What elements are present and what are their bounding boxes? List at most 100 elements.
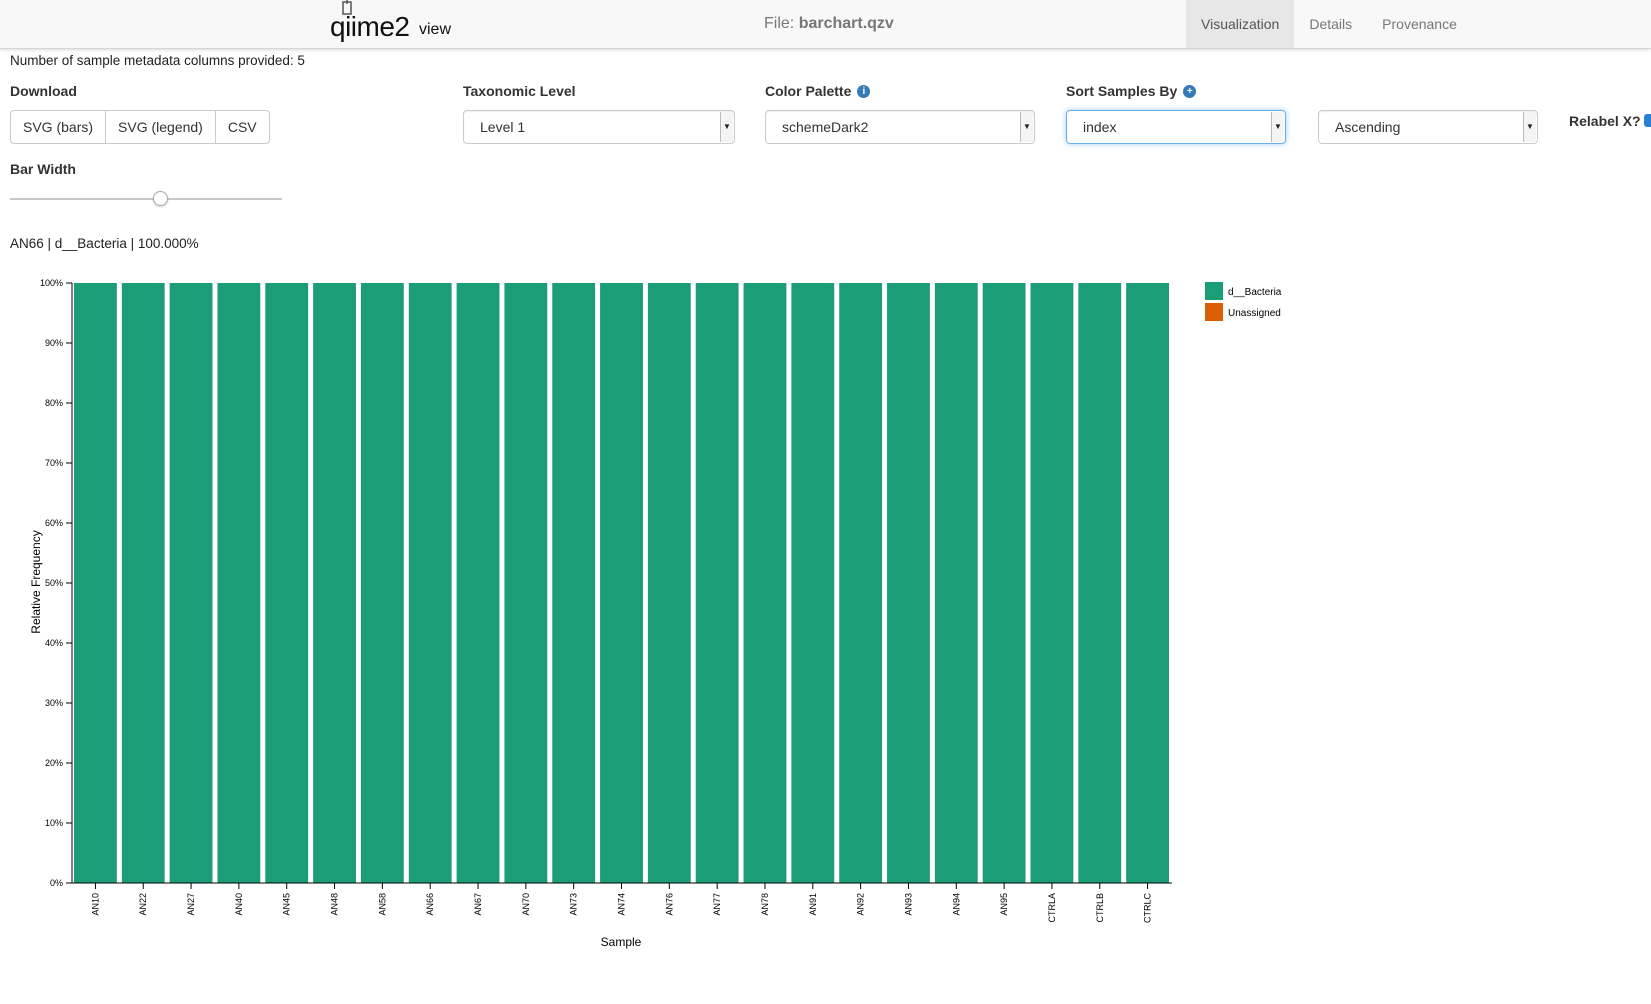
x-axis-label: Sample <box>601 935 642 949</box>
file-title: File: barchart.qzv <box>764 15 894 33</box>
taxonomic-level-label: Taxonomic Level <box>463 83 576 99</box>
download-button-group: SVG (bars) SVG (legend) CSV <box>10 110 270 144</box>
nav-tabs: Visualization Details Provenance <box>1186 0 1472 48</box>
color-palette-label-text: Color Palette <box>765 83 852 99</box>
x-tick-label: AN48 <box>330 893 340 916</box>
y-tick-label: 50% <box>45 578 63 588</box>
x-tick-label: AN66 <box>425 893 435 916</box>
hover-info-text: AN66 | d__Bacteria | 100.000% <box>10 236 199 251</box>
relabel-x-checkbox[interactable] <box>1644 114 1651 127</box>
x-tick-label: AN70 <box>521 893 531 916</box>
bar-AN58-d-bacteria <box>360 283 404 883</box>
bar-AN77-d-bacteria <box>695 283 739 883</box>
taxa-barplot: 0%10%20%30%40%50%60%70%80%90%100% AN10 AN… <box>29 278 1282 949</box>
x-tick-label: CTRLC <box>1143 893 1153 924</box>
x-axis: AN10 AN22 AN27 AN40 AN45 AN48 AN58 AN66 AN67 AN70… <box>72 882 1172 924</box>
bar-width-slider-handle[interactable] <box>152 191 168 206</box>
legend-label: Unassigned <box>1228 308 1281 319</box>
relabel-x-label: Relabel X? <box>1569 113 1641 129</box>
file-name: barchart.qzv <box>798 15 894 32</box>
x-tick-label: AN94 <box>951 893 961 916</box>
color-palette-value: schemeDark2 <box>782 119 869 135</box>
y-tick-label: 0% <box>50 878 63 888</box>
bar-AN70-d-bacteria <box>504 283 548 883</box>
chevron-down-icon: ▼ <box>1523 112 1536 142</box>
color-palette-label: Color Palette i <box>765 83 871 99</box>
bar-CTRLA-d-bacteria <box>1030 283 1074 883</box>
sort-samples-label: Sort Samples By + <box>1066 83 1197 99</box>
y-tick-label: 10% <box>45 818 63 828</box>
sort-samples-label-text: Sort Samples By <box>1066 83 1178 99</box>
bar-AN66-d-bacteria <box>408 283 452 883</box>
x-tick-label: AN58 <box>377 893 387 916</box>
y-tick-label: 70% <box>45 458 63 468</box>
x-tick-label: AN92 <box>856 893 866 916</box>
top-navbar: qiime2 view File: barchart.qzv Visualiza… <box>0 0 1651 49</box>
sort-order-value: Ascending <box>1335 119 1401 135</box>
sort-samples-select[interactable]: index ▼ <box>1066 110 1286 144</box>
info-icon[interactable]: i <box>857 84 871 98</box>
x-tick-label: AN67 <box>473 893 483 916</box>
legend-swatch <box>1205 282 1223 300</box>
tab-details[interactable]: Details <box>1294 0 1367 48</box>
qiime2-view-logo[interactable]: qiime2 view <box>330 0 470 46</box>
bar-CTRLC-d-bacteria <box>1126 283 1169 883</box>
x-tick-label: AN27 <box>186 893 196 916</box>
y-tick-label: 90% <box>45 338 63 348</box>
download-svg-legend-button[interactable]: SVG (legend) <box>105 110 216 144</box>
y-tick-label: 20% <box>45 758 63 768</box>
x-tick-label: AN45 <box>282 893 292 916</box>
chevron-down-icon: ▼ <box>720 112 733 142</box>
bar-AN22-d-bacteria <box>121 283 165 883</box>
bar-width-slider-track[interactable] <box>10 198 282 200</box>
x-tick-label: CTRLB <box>1095 893 1105 923</box>
x-tick-label: AN40 <box>234 893 244 916</box>
x-tick-label: AN77 <box>712 893 722 916</box>
taxonomic-level-select[interactable]: Level 1 ▼ <box>463 110 735 144</box>
download-svg-bars-button[interactable]: SVG (bars) <box>10 110 107 144</box>
legend: d__Bacteria Unassigned <box>1205 282 1282 321</box>
chevron-down-icon: ▼ <box>1020 112 1033 142</box>
x-tick-label: CTRLA <box>1047 893 1057 923</box>
y-tick-label: 40% <box>45 638 63 648</box>
download-label: Download <box>10 83 77 99</box>
tab-provenance[interactable]: Provenance <box>1367 0 1472 48</box>
chevron-down-icon: ▼ <box>1271 112 1284 142</box>
color-palette-select[interactable]: schemeDark2 ▼ <box>765 110 1035 144</box>
bar-AN48-d-bacteria <box>313 283 356 883</box>
add-sort-icon[interactable]: + <box>1183 84 1197 98</box>
bar-AN93-d-bacteria <box>887 283 930 883</box>
bars-group <box>74 283 1169 883</box>
taxonomic-level-value: Level 1 <box>480 119 526 135</box>
download-csv-button[interactable]: CSV <box>214 110 270 144</box>
sort-order-select[interactable]: Ascending ▼ <box>1318 110 1538 144</box>
logo-view-text: view <box>419 21 452 38</box>
legend-label: d__Bacteria <box>1228 287 1282 298</box>
bar-AN73-d-bacteria <box>552 283 596 883</box>
x-tick-label: AN73 <box>569 893 579 916</box>
bar-AN45-d-bacteria <box>265 283 309 883</box>
bar-width-label: Bar Width <box>10 161 76 177</box>
bar-AN40-d-bacteria <box>217 283 261 883</box>
bar-AN91-d-bacteria <box>791 283 835 883</box>
y-axis-label: Relative Frequency <box>29 530 43 633</box>
bar-AN92-d-bacteria <box>839 283 883 883</box>
tab-visualization[interactable]: Visualization <box>1186 0 1295 48</box>
x-tick-label: AN95 <box>999 893 1009 916</box>
bar-AN94-d-bacteria <box>934 283 978 883</box>
y-tick-label: 100% <box>40 278 63 288</box>
y-axis: 0% 10% 20% 30% 40% 50% 60% 70% 80% 90% 100% <box>40 278 73 888</box>
file-prefix: File: <box>764 15 795 32</box>
y-tick-label: 30% <box>45 698 63 708</box>
bar-AN67-d-bacteria <box>456 283 500 883</box>
bar-AN27-d-bacteria <box>169 283 213 883</box>
logo-main-text: qiime2 <box>330 11 410 42</box>
sort-samples-value: index <box>1083 119 1117 135</box>
bar-AN10-d-bacteria <box>74 283 117 883</box>
x-tick-label: AN76 <box>664 893 674 916</box>
x-tick-label: AN22 <box>138 893 148 916</box>
x-tick-label: AN78 <box>760 893 770 916</box>
bar-AN95-d-bacteria <box>982 283 1026 883</box>
metadata-count-text: Number of sample metadata columns provid… <box>10 53 305 68</box>
x-tick-label: AN10 <box>90 893 100 916</box>
